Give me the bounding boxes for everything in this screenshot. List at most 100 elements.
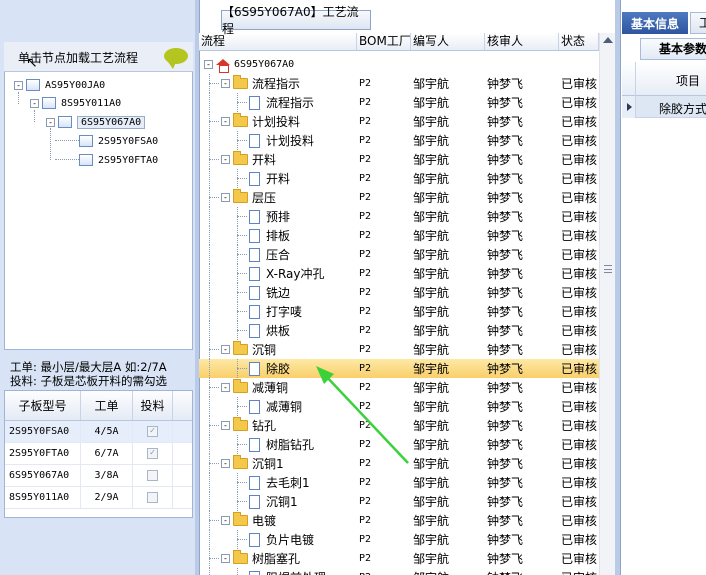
process-row[interactable]: - 电镀 P2 邹宇航 钟梦飞 已审核 [199, 511, 599, 530]
cell-reviewer: 钟梦飞 [487, 96, 524, 110]
cell-flow: 开料 [199, 169, 357, 188]
tree-node-label: 2S95Y0FTA0 [98, 154, 159, 166]
process-label: 减薄铜 [266, 400, 303, 414]
process-row[interactable]: 去毛刺1 P2 邹宇航 钟梦飞 已审核 [199, 473, 599, 492]
collapse-icon[interactable]: - [221, 117, 230, 126]
info-feed-text: 投料: 子板是芯板开料的需勾选 [10, 374, 168, 388]
table-row[interactable]: 2S95Y0FTA0 6/7A ✓ [5, 443, 192, 465]
process-row[interactable]: 计划投料 P2 邹宇航 钟梦飞 已审核 [199, 131, 599, 150]
collapse-icon[interactable]: - [221, 155, 230, 164]
process-row[interactable]: 排板 P2 邹宇航 钟梦飞 已审核 [199, 226, 599, 245]
cell-bom: P2 [359, 211, 372, 222]
row-pointer-icon [622, 96, 636, 118]
process-row[interactable]: - 钻孔 P2 邹宇航 钟梦飞 已审核 [199, 416, 599, 435]
cell-bom: P2 [359, 230, 372, 241]
feed-checkbox[interactable]: ✓ [147, 426, 158, 437]
table-row[interactable]: 2S95Y0FSA0 4/5A ✓ [5, 421, 192, 443]
collapse-icon[interactable]: - [221, 554, 230, 563]
process-row[interactable]: 负片电镀 P2 邹宇航 钟梦飞 已审核 [199, 530, 599, 549]
collapse-icon[interactable]: - [221, 459, 230, 468]
col-header-item[interactable]: 项目 [676, 72, 700, 89]
cell-reviewer: 钟梦飞 [487, 267, 524, 281]
cell-writer: 邹宇航 [413, 286, 450, 300]
collapse-icon[interactable]: - [204, 60, 213, 69]
process-row[interactable]: 烘板 P2 邹宇航 钟梦飞 已审核 [199, 321, 599, 340]
board-icon [79, 135, 93, 147]
cell-order[interactable]: 2/9A [81, 487, 133, 508]
process-row[interactable]: - 树脂塞孔 P2 邹宇航 钟梦飞 已审核 [199, 549, 599, 568]
cell-writer: 邹宇航 [413, 305, 450, 319]
tab-work[interactable]: 工 [690, 12, 706, 34]
collapse-icon[interactable]: - [14, 80, 23, 90]
process-row[interactable]: 减薄铜 P2 邹宇航 钟梦飞 已审核 [199, 397, 599, 416]
process-label: 开料 [252, 153, 277, 167]
collapse-icon[interactable]: - [46, 117, 55, 127]
document-icon [249, 171, 260, 186]
cell-order[interactable]: 6/7A [81, 443, 133, 464]
process-row[interactable]: 铣边 P2 邹宇航 钟梦飞 已审核 [199, 283, 599, 302]
cell-order[interactable]: 3/8A [81, 465, 133, 486]
process-row[interactable]: - 流程指示 P2 邹宇航 钟梦飞 已审核 [199, 74, 599, 93]
cell-flow: - 计划投料 [199, 112, 357, 131]
process-row[interactable]: 压合 P2 邹宇航 钟梦飞 已审核 [199, 245, 599, 264]
cell-reviewer: 钟梦飞 [487, 343, 524, 357]
process-row[interactable]: 流程指示 P2 邹宇航 钟梦飞 已审核 [199, 93, 599, 112]
cell-status: 已审核 [561, 153, 598, 167]
vertical-scrollbar[interactable] [599, 33, 615, 575]
process-label: 沉铜 [252, 343, 277, 357]
process-row[interactable]: 预排 P2 邹宇航 钟梦飞 已审核 [199, 207, 599, 226]
process-row[interactable]: - 沉铜1 P2 邹宇航 钟梦飞 已审核 [199, 454, 599, 473]
process-row[interactable]: 除胶 P2 邹宇航 钟梦飞 已审核 [199, 359, 599, 378]
cell-order[interactable]: 4/5A [81, 421, 133, 442]
process-row[interactable]: - 层压 P2 邹宇航 钟梦飞 已审核 [199, 188, 599, 207]
collapse-icon[interactable]: - [30, 98, 39, 108]
tree-node-2s95y0fsa0[interactable]: 2S95Y0FSA0 [79, 133, 158, 149]
feed-checkbox[interactable] [147, 470, 158, 481]
tree-node-6s95y067a0[interactable]: - 6S95Y067A0 [46, 114, 146, 130]
table-row[interactable]: 6S95Y067A0 3/8A [5, 465, 192, 487]
cell-status: 已审核 [561, 248, 598, 262]
col-header-reviewer[interactable]: 核审人 [485, 33, 559, 50]
collapse-icon[interactable]: - [221, 516, 230, 525]
tab-basic-params[interactable]: 基本参数 [640, 38, 706, 60]
detail-row[interactable]: 除胶方式 [622, 96, 706, 118]
cell-writer: 邹宇航 [411, 569, 485, 575]
scroll-up-icon[interactable] [603, 37, 613, 43]
collapse-icon[interactable]: - [221, 383, 230, 392]
col-header-model[interactable]: 子板型号 [5, 391, 81, 420]
feed-checkbox[interactable]: ✓ [147, 448, 158, 459]
tree-root-row[interactable]: - 6S95Y067A0 [199, 55, 599, 74]
col-header-writer[interactable]: 编写人 [411, 33, 485, 50]
process-row[interactable]: X-Ray冲孔 P2 邹宇航 钟梦飞 已审核 [199, 264, 599, 283]
process-row[interactable]: 阻焊前处理P2邹宇航钟梦飞已审核 [199, 568, 599, 575]
process-row[interactable]: 沉铜1 P2 邹宇航 钟梦飞 已审核 [199, 492, 599, 511]
tree-node-as95y00ja0[interactable]: - AS95Y00JA0 [14, 77, 105, 93]
process-row[interactable]: - 开料 P2 邹宇航 钟梦飞 已审核 [199, 150, 599, 169]
tab-basic-info[interactable]: 基本信息 [622, 12, 688, 34]
cell-bom: P2 [359, 154, 372, 165]
board-icon [42, 97, 56, 109]
collapse-icon[interactable]: - [221, 421, 230, 430]
collapse-icon[interactable]: - [221, 193, 230, 202]
scroll-grip-icon[interactable] [604, 265, 612, 273]
cell-reviewer: 钟梦飞 [487, 324, 524, 338]
table-row[interactable]: 8S95Y011A0 2/9A [5, 487, 192, 509]
folder-icon [233, 113, 248, 127]
process-row[interactable]: 打字唛 P2 邹宇航 钟梦飞 已审核 [199, 302, 599, 321]
tree-node-2s95y0fta0[interactable]: 2S95Y0FTA0 [79, 152, 158, 168]
feed-checkbox[interactable] [147, 492, 158, 503]
document-icon [249, 209, 260, 224]
tree-node-8s95y011a0[interactable]: - 8S95Y011A0 [30, 95, 121, 111]
cell-reviewer: 钟梦飞 [487, 533, 524, 547]
collapse-icon[interactable]: - [221, 345, 230, 354]
process-row[interactable]: - 计划投料 P2 邹宇航 钟梦飞 已审核 [199, 112, 599, 131]
collapse-icon[interactable]: - [221, 79, 230, 88]
process-row[interactable]: 树脂钻孔 P2 邹宇航 钟梦飞 已审核 [199, 435, 599, 454]
process-row[interactable]: 开料 P2 邹宇航 钟梦飞 已审核 [199, 169, 599, 188]
process-row[interactable]: - 沉铜 P2 邹宇航 钟梦飞 已审核 [199, 340, 599, 359]
col-header-order[interactable]: 工单 [81, 391, 133, 420]
col-header-feed[interactable]: 投料 [133, 391, 173, 420]
col-header-status[interactable]: 状态 [559, 33, 599, 50]
process-row[interactable]: - 减薄铜 P2 邹宇航 钟梦飞 已审核 [199, 378, 599, 397]
document-icon [249, 494, 260, 509]
